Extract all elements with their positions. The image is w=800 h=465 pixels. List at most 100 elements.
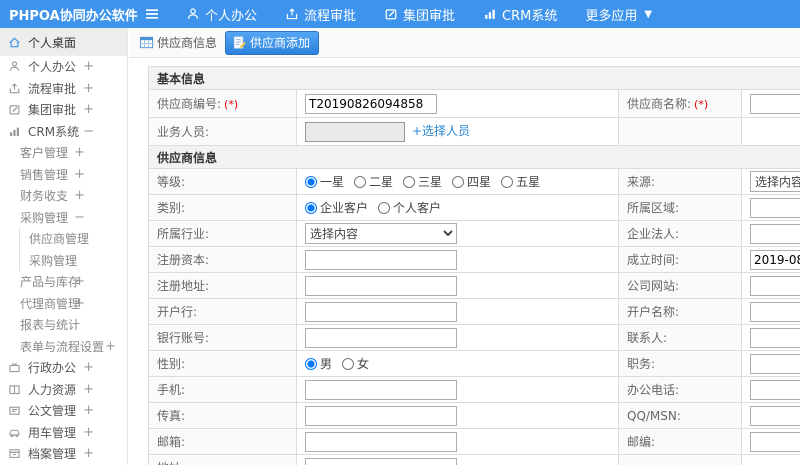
user-icon — [8, 60, 21, 73]
sidebar-item-agent-mgmt[interactable]: 代理商管理 + — [0, 293, 127, 315]
sidebar-item-label: 采购管理 — [20, 210, 69, 225]
sales-person-input[interactable] — [305, 121, 405, 142]
website-input[interactable] — [750, 275, 800, 296]
field-label-source: 来源: — [618, 168, 742, 195]
sidebar-item-group-approval[interactable]: 集团审批 + — [0, 99, 127, 121]
legal-person-input[interactable] — [750, 223, 800, 244]
tab-supplier-add[interactable]: 供应商添加 — [225, 30, 320, 55]
expand-icon[interactable]: + — [83, 403, 94, 418]
edit-icon — [384, 7, 398, 21]
section-header-basic: 基本信息 — [147, 66, 800, 90]
archive-icon — [8, 447, 21, 460]
sidebar-item-label: 流程审批 — [28, 81, 77, 96]
expand-icon[interactable]: + — [74, 274, 85, 289]
expand-icon[interactable]: + — [83, 446, 94, 461]
chart-icon — [483, 7, 497, 21]
expand-icon[interactable]: + — [83, 81, 94, 96]
sidebar-item-product-inventory[interactable]: 产品与库存 + — [0, 271, 127, 293]
sidebar-item-workflow-approval[interactable]: 流程审批 + — [0, 78, 127, 100]
form-add-icon — [232, 35, 247, 50]
address-input[interactable] — [305, 457, 457, 465]
sidebar-item-purchase-mgmt-sub[interactable]: 采购管理 — [0, 249, 127, 272]
sidebar-item-label: 供应商管理 — [29, 232, 90, 247]
sidebar-item-customer-mgmt[interactable]: 客户管理 + — [0, 142, 127, 164]
workflow-icon — [285, 7, 299, 21]
bank-account-input[interactable] — [305, 327, 457, 348]
sidebar-item-crm-system[interactable]: CRM系统 − — [0, 121, 127, 143]
field-label-sales-person: 业务人员: — [148, 117, 297, 146]
supplier-no-input[interactable] — [305, 93, 437, 114]
sidebar-item-label: 销售管理 — [20, 167, 69, 182]
expand-icon[interactable]: + — [83, 360, 94, 375]
fax-input[interactable] — [305, 405, 457, 426]
menu-icon[interactable] — [144, 6, 160, 22]
collapse-icon[interactable]: − — [74, 210, 85, 225]
region-input[interactable] — [750, 197, 800, 218]
mobile-input[interactable] — [305, 379, 457, 400]
category-radio[interactable] — [305, 201, 317, 214]
reg-address-input[interactable] — [305, 275, 457, 296]
sidebar-item-vehicle-mgmt[interactable]: 用车管理 + — [0, 422, 127, 444]
topnav-more-apps[interactable]: 更多应用 ▼ — [585, 5, 652, 24]
briefcase-icon — [8, 361, 21, 374]
expand-icon[interactable]: + — [83, 382, 94, 397]
reg-capital-input[interactable] — [305, 249, 457, 270]
expand-icon[interactable]: + — [83, 102, 94, 117]
sidebar-item-admin-office[interactable]: 行政办公 + — [0, 357, 127, 379]
collapse-icon[interactable]: − — [83, 124, 94, 139]
topnav-group-approval[interactable]: 集团审批 — [384, 5, 455, 24]
form-row: 业务人员: +选择人员 — [148, 117, 800, 146]
qq-msn-input[interactable] — [750, 405, 800, 426]
sidebar-item-archive-mgmt[interactable]: 档案管理 + — [0, 443, 127, 465]
expand-icon[interactable]: + — [74, 167, 85, 182]
topnav-label: 更多应用 — [585, 8, 638, 24]
gender-radio[interactable] — [305, 357, 317, 370]
sidebar-item-purchase-mgmt[interactable]: 采购管理 − — [0, 207, 127, 229]
level-radio[interactable] — [354, 175, 367, 188]
sidebar-item-finance[interactable]: 财务收支 + — [0, 185, 127, 207]
select-person-link[interactable]: +选择人员 — [412, 124, 470, 138]
sidebar-item-personal-office[interactable]: 个人办公 + — [0, 56, 127, 78]
topnav-crm-system[interactable]: CRM系统 — [483, 5, 557, 24]
industry-select[interactable]: 选择内容 — [305, 223, 457, 244]
level-radio[interactable] — [452, 175, 465, 188]
source-select[interactable]: 选择内容 — [750, 171, 800, 192]
account-name-input[interactable] — [750, 301, 800, 322]
field-label-level: 等级: — [148, 168, 297, 195]
zip-input[interactable] — [750, 431, 800, 452]
expand-icon[interactable]: + — [83, 425, 94, 440]
required-marker: (*) — [224, 98, 239, 111]
sidebar-item-hr[interactable]: 人力资源 + — [0, 379, 127, 401]
position-input[interactable] — [750, 353, 800, 374]
contact-input[interactable] — [750, 327, 800, 348]
level-radio[interactable] — [305, 175, 317, 188]
expand-icon[interactable]: + — [74, 296, 85, 311]
category-radio[interactable] — [378, 201, 391, 214]
supplier-name-input[interactable] — [750, 93, 800, 114]
field-label-account-name: 开户名称: — [618, 298, 742, 325]
sidebar-item-sales-mgmt[interactable]: 销售管理 + — [0, 164, 127, 186]
sidebar-item-label: 档案管理 — [28, 447, 77, 462]
sidebar-item-personal-desktop[interactable]: 个人桌面 — [0, 28, 127, 56]
field-label-reg-address: 注册地址: — [148, 272, 297, 299]
required-marker: (*) — [694, 98, 709, 111]
sidebar-item-reports[interactable]: 报表与统计 — [0, 314, 127, 336]
tab-supplier-info[interactable]: 供应商信息 — [134, 31, 222, 54]
topnav-workflow-approval[interactable]: 流程审批 — [285, 5, 356, 24]
expand-icon[interactable]: + — [74, 145, 85, 160]
expand-icon[interactable]: + — [83, 59, 94, 74]
gender-radio[interactable] — [342, 357, 355, 370]
sidebar-item-supplier-mgmt[interactable]: 供应商管理 — [0, 228, 127, 250]
office-phone-input[interactable] — [750, 379, 800, 400]
established-input[interactable] — [750, 249, 800, 270]
bank-input[interactable] — [305, 301, 457, 322]
email-input[interactable] — [305, 431, 457, 452]
field-label-supplier-no: 供应商编号: (*) — [148, 89, 297, 118]
level-radio[interactable] — [501, 175, 514, 188]
sidebar-item-document-mgmt[interactable]: 公文管理 + — [0, 400, 127, 422]
level-radio[interactable] — [403, 175, 416, 188]
expand-icon[interactable]: + — [74, 188, 85, 203]
topnav-personal-office[interactable]: 个人办公 — [186, 5, 257, 24]
sidebar-item-form-flow-settings[interactable]: 表单与流程设置 + — [0, 336, 127, 358]
expand-icon[interactable]: + — [105, 339, 116, 354]
